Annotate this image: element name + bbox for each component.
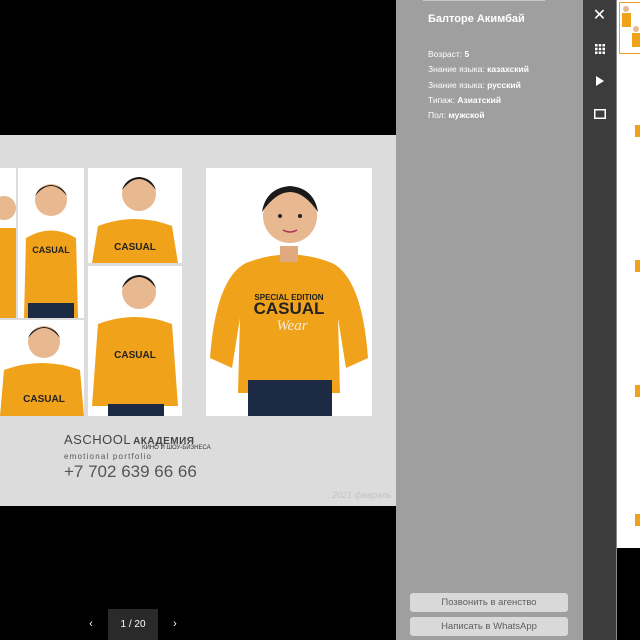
kid-photo: CASUAL <box>92 177 178 263</box>
field-value: 5 <box>464 49 470 59</box>
field-language-1: Знание языка: казахский <box>428 62 529 77</box>
kid-photo: CASUAL <box>24 184 78 318</box>
field-age: Возраст: 5 <box>428 47 529 62</box>
field-value: русский <box>487 79 521 90</box>
next-button[interactable]: › <box>160 609 190 640</box>
shirt-print-script: Wear <box>276 318 307 334</box>
fullscreen-icon <box>593 108 606 119</box>
page-counter: 1 / 20 <box>108 609 158 640</box>
grid-view-button[interactable] <box>583 34 616 62</box>
close-button[interactable]: ✕ <box>583 2 616 30</box>
grid-icon <box>594 43 605 54</box>
photo-main: SPECIAL EDITION CASUAL Wear <box>206 168 372 416</box>
kid-photo: CASUAL <box>0 326 84 416</box>
kid-photo <box>0 196 16 318</box>
svg-text:CASUAL: CASUAL <box>32 245 70 255</box>
field-label: Знание языка: <box>428 79 485 90</box>
brand-phone: +7 702 639 66 66 <box>64 462 197 481</box>
photo-2: CASUAL <box>88 168 182 263</box>
field-type: Типаж: Азиатский <box>428 93 529 108</box>
thumbnail-strip <box>616 0 640 640</box>
field-label: Знание языка: <box>428 64 485 75</box>
brand-wordmark: ASCHOOL <box>64 432 132 447</box>
field-language-2: Знание языка: русский <box>428 78 529 93</box>
svg-text:CASUAL: CASUAL <box>23 394 65 405</box>
field-label: Типаж: <box>428 94 455 105</box>
svg-text:CASUAL: CASUAL <box>114 242 156 253</box>
field-label: Пол: <box>428 110 446 121</box>
info-panel: Балторе Акимбай Возраст: 5 Знание языка:… <box>396 0 583 640</box>
kid-photo: SPECIAL EDITION CASUAL Wear <box>210 186 368 416</box>
brand-subtitle: КИНО И ШОУ-БИЗНЕСА <box>142 445 211 451</box>
kid-photo <box>622 6 640 47</box>
photo-3: CASUAL <box>88 266 182 416</box>
slide-date: 2021 февраль <box>332 490 392 500</box>
svg-text:CASUAL: CASUAL <box>114 350 156 361</box>
image-viewer: CASUAL CASUAL CASUAL CASUAL SPECIAL EDIT… <box>0 0 396 640</box>
thumbnail-partial[interactable] <box>635 385 640 397</box>
field-value: мужской <box>448 110 485 121</box>
field-gender: Пол: мужской <box>428 108 529 123</box>
divider <box>423 0 545 1</box>
play-icon <box>595 75 604 86</box>
photo-4: CASUAL <box>0 320 84 416</box>
close-icon: ✕ <box>592 7 607 24</box>
viewer-toolbar: ✕ <box>583 0 616 640</box>
prev-button[interactable]: ‹ <box>76 609 106 640</box>
chevron-right-icon: › <box>173 618 177 630</box>
slideshow-button[interactable] <box>583 66 616 94</box>
pagination: ‹ 1 / 20 › <box>76 609 196 640</box>
thumbnail-active[interactable] <box>619 2 640 54</box>
thumbnail-partial[interactable] <box>635 125 640 137</box>
field-value: казахский <box>487 64 529 75</box>
whatsapp-button[interactable]: Написать в WhatsApp <box>410 617 568 636</box>
brand-block: ASCHOOL АКАДЕМИЯ КИНО И ШОУ-БИЗНЕСА emoti… <box>64 432 211 482</box>
thumbnail-strip-end <box>617 548 640 640</box>
shirt-print-main: CASUAL <box>254 299 325 318</box>
field-value: Азиатский <box>457 94 502 105</box>
photo-cropped-left-top <box>0 168 16 318</box>
photo-1: CASUAL <box>18 168 84 318</box>
call-agency-button[interactable]: Позвонить в агенство <box>410 593 568 612</box>
chevron-left-icon: ‹ <box>89 618 93 630</box>
thumbnail-partial[interactable] <box>635 260 640 272</box>
profile-fields: Возраст: 5 Знание языка: казахский Знани… <box>428 47 529 123</box>
kid-photo: CASUAL <box>92 275 178 416</box>
thumbnail-partial[interactable] <box>635 514 640 526</box>
fullscreen-button[interactable] <box>583 99 616 127</box>
field-label: Возраст: <box>428 49 463 59</box>
brand-tagline: emotional portfolio <box>64 452 153 461</box>
profile-name: Балторе Акимбай <box>428 13 525 25</box>
